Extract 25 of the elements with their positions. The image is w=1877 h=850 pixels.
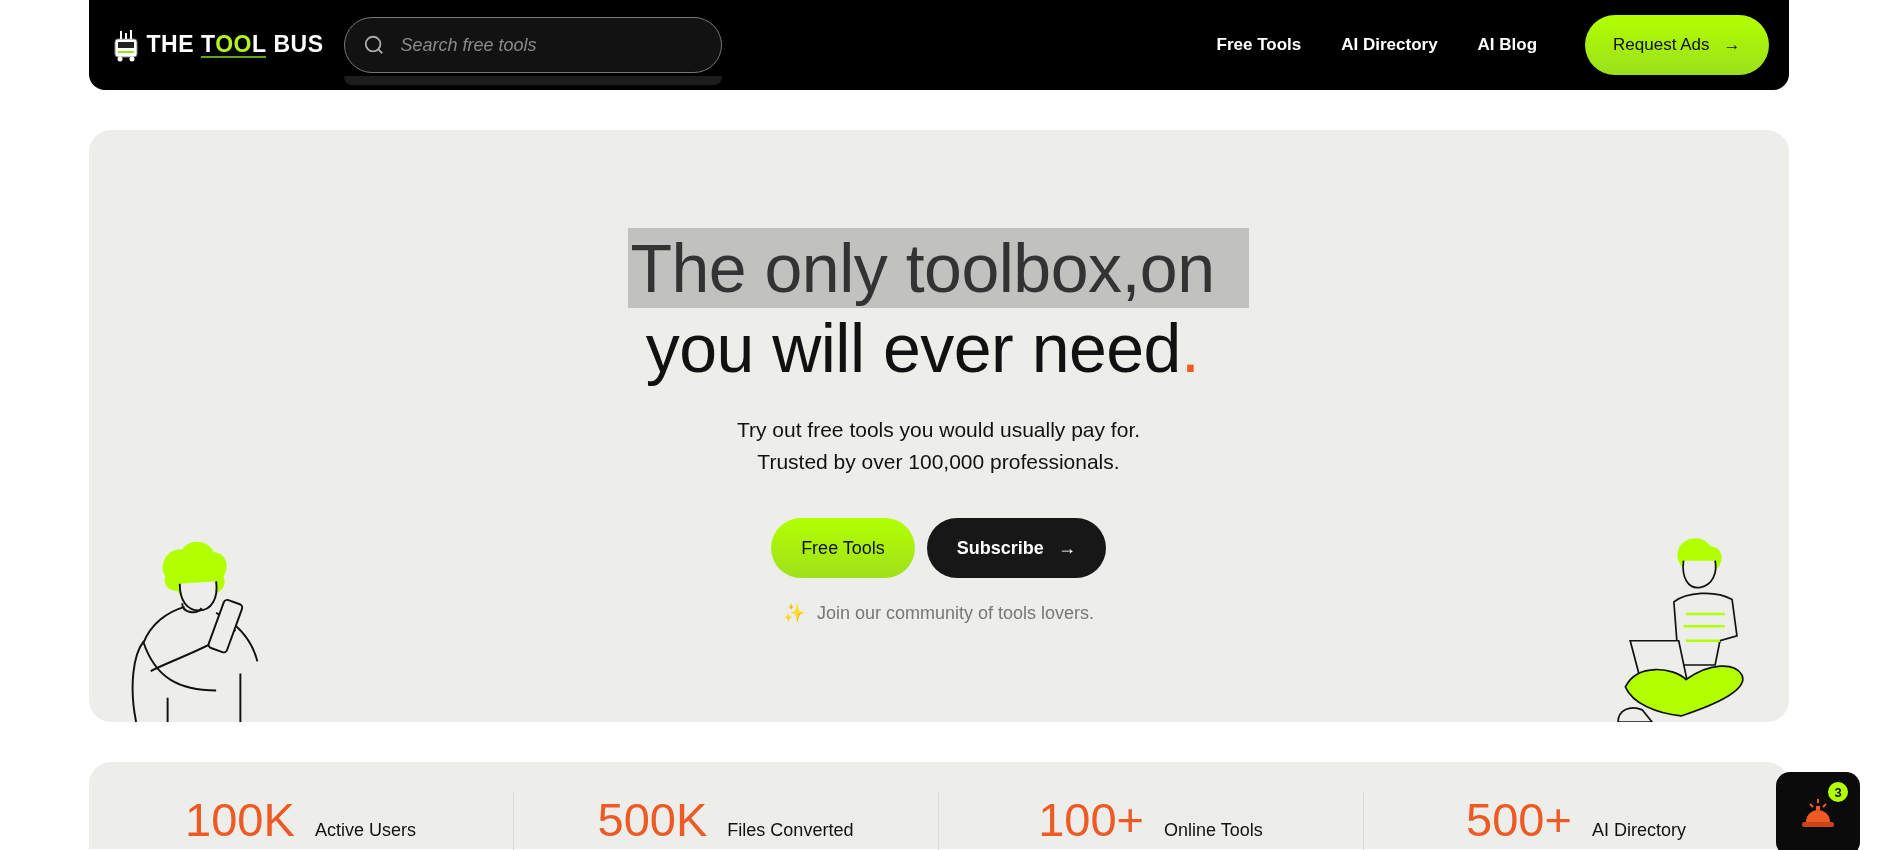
stat-label: Online Tools xyxy=(1164,820,1263,841)
request-ads-button[interactable]: Request Ads → xyxy=(1585,15,1769,75)
stat-label: AI Directory xyxy=(1591,820,1686,841)
sparkles-icon: ✨ xyxy=(782,602,805,624)
stat-value: 500+ xyxy=(1466,792,1572,847)
hero-title: The only toolbox,on xyxy=(628,228,1249,308)
free-tools-button[interactable]: Free Tools xyxy=(771,518,915,578)
notification-badge: 3 xyxy=(1828,782,1848,802)
community-note: Join our community of tools lovers. xyxy=(816,602,1095,624)
hero-subtitle: Try out free tools you would usually pay for. Trusted by over 100,000 professionals. xyxy=(736,417,1141,475)
logo-text[interactable]: THE TOOL BUS xyxy=(146,31,324,59)
search-icon xyxy=(362,34,385,56)
nav-link[interactable]: AI Blog xyxy=(1477,35,1538,55)
stat-value: 100+ xyxy=(1038,792,1145,847)
search-input[interactable]: Search free tools xyxy=(398,33,703,57)
nav-link[interactable]: AI Directory xyxy=(1341,35,1438,55)
search-bar[interactable]: Search free tools xyxy=(343,17,722,73)
subscribe-button[interactable]: Subscribe → xyxy=(926,518,1106,578)
hero-title: you will ever need. xyxy=(644,309,1201,388)
stat-label: Files Converted xyxy=(727,820,854,841)
stat-value: 100K xyxy=(185,792,295,847)
nav-link[interactable]: Free Tools xyxy=(1216,35,1302,55)
notification-widget[interactable]: 3 xyxy=(1776,772,1860,850)
stat-label: Active Users xyxy=(314,820,416,841)
stat-value: 500K xyxy=(597,792,708,847)
